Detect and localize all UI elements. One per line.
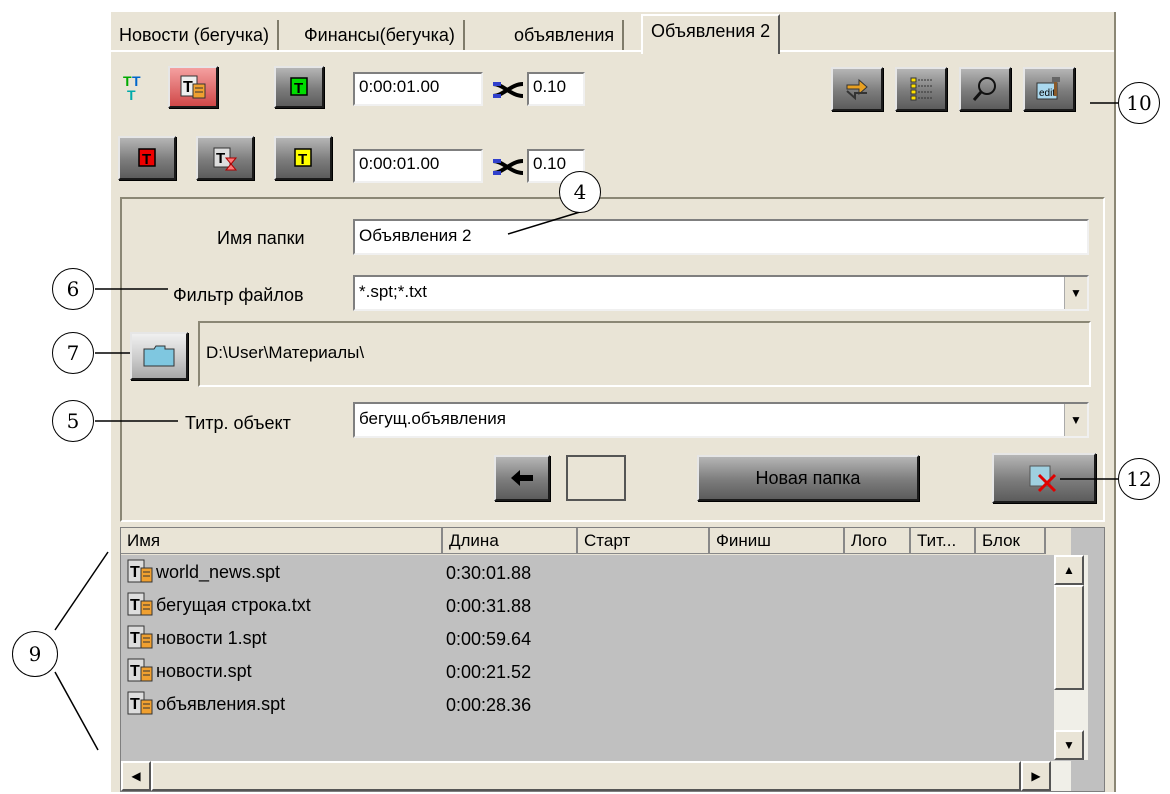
callout-5: 5 — [52, 400, 94, 442]
callout-12: 12 — [1118, 458, 1160, 500]
callout-9: 9 — [12, 631, 58, 677]
callout-10: 10 — [1118, 82, 1160, 124]
callout-7: 7 — [52, 332, 94, 374]
tab-announcements-2[interactable]: Объявления 2 — [641, 14, 781, 54]
callout-6: 6 — [52, 268, 94, 310]
callout-4: 4 — [559, 171, 601, 213]
callout-lines — [54, 102, 1118, 751]
